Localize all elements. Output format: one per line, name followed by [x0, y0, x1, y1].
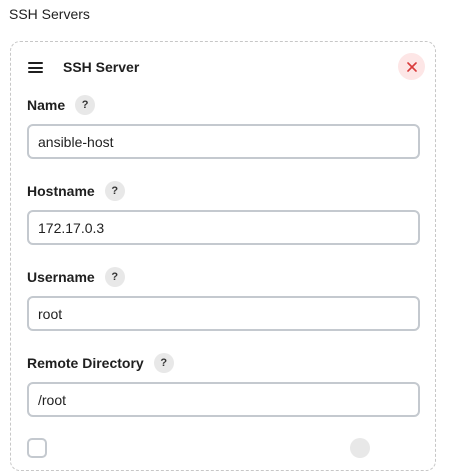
hostname-help-icon[interactable]: ? — [104, 181, 125, 201]
hostname-label: Hostname ? — [27, 181, 125, 201]
name-help-icon[interactable]: ? — [75, 95, 96, 115]
close-icon — [406, 61, 417, 72]
ssh-server-card: SSH Server Name ? Hostname ? Username ? … — [10, 41, 436, 471]
username-label-text: Username — [27, 269, 95, 285]
username-input[interactable] — [27, 296, 420, 331]
next-row-help-icon[interactable] — [350, 438, 370, 458]
remote-directory-input[interactable] — [27, 382, 420, 417]
hostname-input[interactable] — [27, 210, 420, 245]
remote-directory-label: Remote Directory ? — [27, 353, 174, 373]
remote-directory-help-icon[interactable]: ? — [153, 353, 174, 373]
card-header: SSH Server — [11, 42, 435, 92]
username-label: Username ? — [27, 267, 125, 287]
hostname-label-text: Hostname — [27, 183, 95, 199]
username-help-icon[interactable]: ? — [104, 267, 125, 287]
section-title: SSH Servers — [9, 6, 90, 22]
name-input[interactable] — [27, 124, 420, 159]
name-label: Name ? — [27, 95, 96, 115]
name-label-text: Name — [27, 97, 66, 113]
next-row-checkbox[interactable] — [27, 438, 47, 458]
delete-button[interactable] — [398, 53, 425, 80]
card-title: SSH Server — [63, 59, 140, 75]
drag-handle-icon[interactable] — [28, 62, 43, 73]
remote-directory-label-text: Remote Directory — [27, 355, 144, 371]
